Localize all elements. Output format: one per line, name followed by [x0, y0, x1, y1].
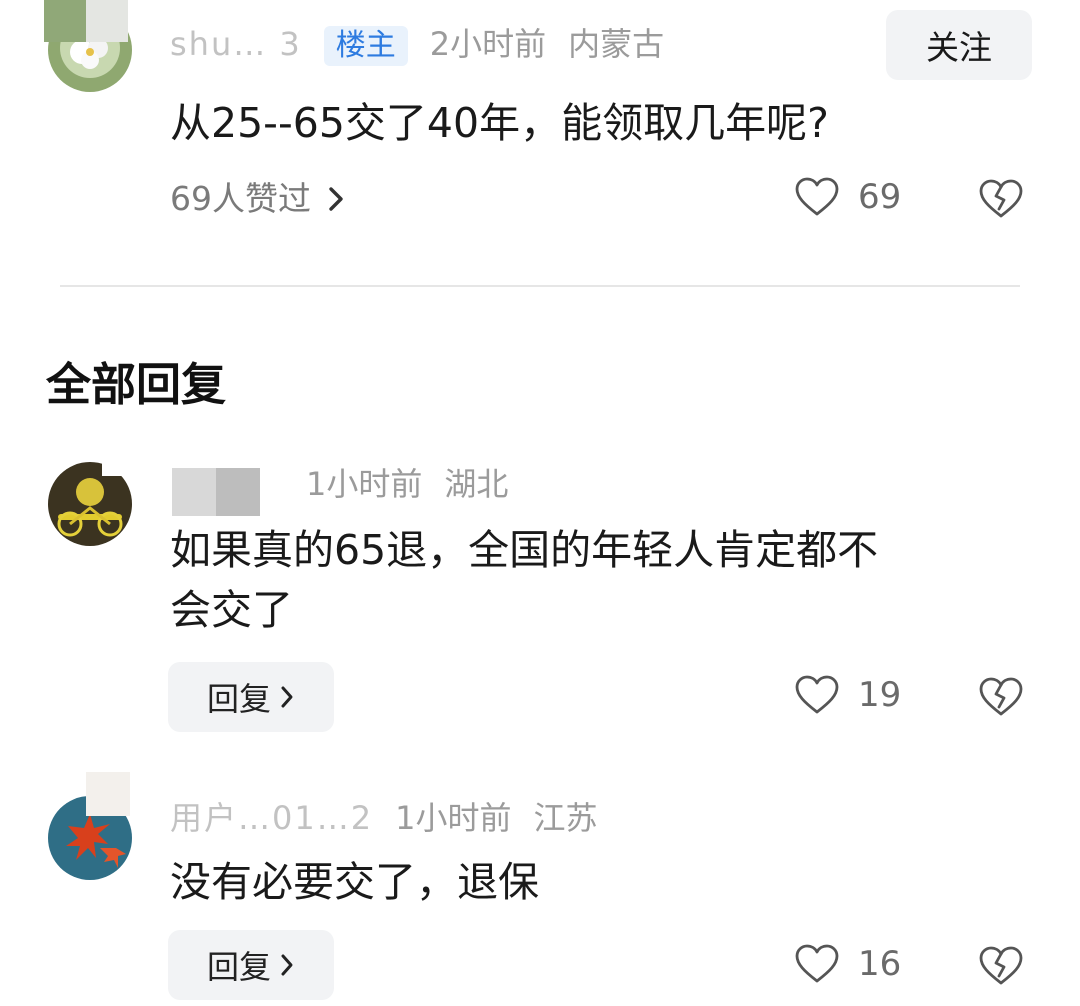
- op-time: 2小时前: [429, 25, 547, 63]
- heart-outline-icon[interactable]: [794, 674, 840, 716]
- reply-1-meta-row: 1小时前 湖北: [306, 464, 530, 504]
- chevron-right-icon: [279, 952, 295, 978]
- reply-2-reply-button[interactable]: 回复: [168, 930, 334, 1000]
- reply-2-text: 没有必要交了，退保: [170, 858, 539, 906]
- reply-1-text-line-2: 会交了: [170, 586, 293, 634]
- heart-outline-icon[interactable]: [794, 943, 840, 985]
- section-title-all-replies: 全部回复: [46, 358, 227, 411]
- reply-2-username[interactable]: 用户…01…2: [170, 799, 373, 837]
- op-like-group[interactable]: 69: [794, 176, 901, 218]
- username-mosaic[interactable]: [172, 468, 260, 516]
- reply-1-text-line-1: 如果真的65退，全国的年轻人肯定都不: [170, 526, 879, 574]
- reply-1-like-group[interactable]: 19: [794, 674, 901, 716]
- heart-outline-icon[interactable]: [794, 176, 840, 218]
- reply-2-like-count: 16: [858, 944, 902, 984]
- chevron-right-icon: [325, 184, 347, 214]
- op-username[interactable]: shu… 3: [170, 25, 302, 63]
- op-like-count: 69: [858, 177, 902, 217]
- divider: [60, 285, 1020, 287]
- op-badge: 楼主: [323, 26, 408, 66]
- reply-2-location: 江苏: [533, 799, 598, 837]
- reply-1-reply-button[interactable]: 回复: [168, 662, 334, 732]
- likes-link[interactable]: 69人赞过: [170, 177, 347, 221]
- avatar-mosaic: [86, 772, 130, 816]
- reply-1-location: 湖北: [444, 465, 509, 503]
- reply-2-time: 1小时前: [395, 799, 512, 837]
- broken-heart-icon[interactable]: [978, 676, 1024, 718]
- op-location: 内蒙古: [568, 25, 665, 63]
- reply-2-meta-row: 用户…01…2 1小时前 江苏: [170, 798, 619, 838]
- avatar-corner-mask: [102, 462, 130, 476]
- op-comment-text: 从25--65交了40年，能领取几年呢?: [170, 99, 829, 147]
- reply-2-like-group[interactable]: 16: [794, 943, 901, 985]
- chevron-right-icon: [279, 684, 295, 710]
- broken-heart-icon[interactable]: [978, 178, 1024, 220]
- follow-button[interactable]: 关注: [886, 10, 1032, 80]
- broken-heart-icon[interactable]: [978, 945, 1024, 987]
- op-meta-row: shu… 3 楼主 2小时前 内蒙古: [170, 24, 686, 66]
- avatar-mosaic: [44, 0, 128, 42]
- reply-1-like-count: 19: [858, 675, 902, 715]
- reply-button-label: 回复: [206, 948, 271, 986]
- reply-1-time: 1小时前: [306, 465, 423, 503]
- likes-link-label: 69人赞过: [170, 179, 311, 218]
- reply-button-label: 回复: [206, 680, 271, 718]
